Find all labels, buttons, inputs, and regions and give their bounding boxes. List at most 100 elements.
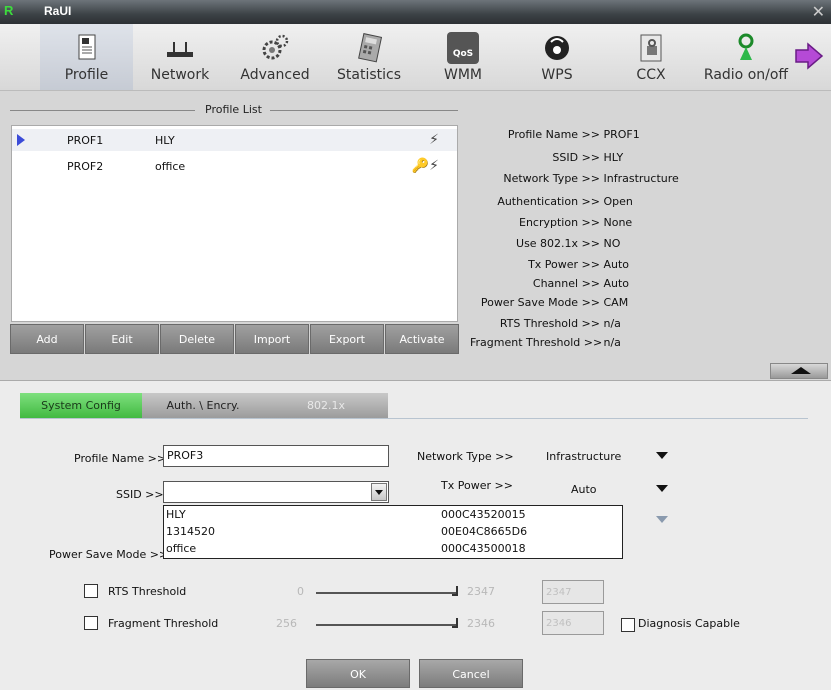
toolbar-label-ccx: CCX [636, 67, 666, 83]
ssid-combobox[interactable] [163, 481, 389, 503]
cancel-button[interactable]: Cancel [419, 659, 523, 688]
ssid-dropdown-list[interactable]: HLY 000C43520015 1314520 00E04C8665D6 of… [163, 505, 623, 559]
title-rule-right [270, 110, 458, 111]
detail-value: HLY [603, 151, 624, 164]
profile-row[interactable]: PROF1 HLY ⚡ [12, 129, 457, 151]
channel-chevron-icon[interactable] [656, 516, 668, 523]
fragment-slider-handle[interactable] [452, 618, 458, 628]
diagnosis-checkbox[interactable] [621, 618, 635, 632]
toolbar-label-advanced: Advanced [240, 67, 310, 83]
toolbar-label-radio: Radio on/off [703, 67, 789, 83]
detail-key: Encryption >> [519, 216, 600, 229]
detail-value: Open [603, 195, 633, 208]
power-save-label: Power Save Mode >> [49, 548, 169, 561]
tab-auth-encry[interactable]: Auth. \ Encry. [142, 393, 264, 419]
detail-value: Auto [603, 277, 630, 290]
toolbar-profile[interactable]: Profile [40, 24, 133, 90]
toolbar-label-wmm: WMM [443, 67, 482, 83]
network-type-chevron-icon[interactable] [656, 452, 668, 459]
fragment-slider[interactable] [316, 624, 456, 626]
rts-slider[interactable] [316, 592, 456, 594]
edit-button[interactable]: Edit [85, 324, 159, 354]
import-button[interactable]: Import [235, 324, 309, 354]
title-rule-left [10, 110, 195, 111]
forward-arrow-icon[interactable] [794, 42, 824, 70]
detail-power-save: Power Save Mode >> CAM [470, 296, 628, 309]
detail-value: Infrastructure [603, 172, 679, 185]
network-type-value[interactable]: Infrastructure [546, 450, 621, 463]
detail-use-8021x: Use 802.1x >> NO [470, 237, 620, 250]
window-title: RaUI [44, 4, 72, 18]
detail-key: Use 802.1x >> [516, 237, 600, 250]
profile-list[interactable]: PROF1 HLY ⚡ PROF2 office 🔑⚡ [11, 125, 458, 322]
ssid-option[interactable]: HLY 000C43520015 [166, 507, 620, 524]
ssid-option-mac: 00E04C8665D6 [441, 525, 528, 538]
detail-profile-name: Profile Name >> PROF1 [470, 128, 640, 141]
fragment-value-box[interactable]: 2346 [542, 611, 604, 635]
toolbar-label-network: Network [150, 67, 210, 83]
wps-icon [545, 36, 569, 60]
tab-underline [20, 418, 808, 419]
profile-row[interactable]: PROF2 office 🔑⚡ [12, 155, 457, 177]
export-button[interactable]: Export [310, 324, 384, 354]
profile-icon [78, 34, 95, 60]
activate-button[interactable]: Activate [385, 324, 459, 354]
tab-system-config[interactable]: System Config [20, 393, 142, 419]
toolbar-radio[interactable]: Radio on/off [696, 24, 796, 90]
toolbar-wps[interactable]: WPS [522, 24, 592, 90]
ssid-option-mac: 000C43500018 [441, 542, 526, 555]
statistics-icon [358, 33, 383, 63]
rts-label: RTS Threshold [108, 585, 187, 598]
profile-row-ssid: HLY [155, 134, 175, 147]
tx-power-value[interactable]: Auto [571, 483, 597, 496]
collapse-up-icon [791, 367, 811, 374]
network-type-label: Network Type >> [417, 450, 514, 463]
rts-slider-handle[interactable] [452, 586, 458, 596]
toolbar-advanced[interactable]: Advanced [232, 24, 318, 90]
detail-tx-power: Tx Power >> Auto [470, 258, 629, 271]
tx-power-chevron-icon[interactable] [656, 485, 668, 492]
ssid-option[interactable]: 1314520 00E04C8665D6 [166, 524, 620, 541]
toolbar-ccx[interactable]: CCX [616, 24, 686, 90]
detail-key: Profile Name >> [507, 128, 600, 141]
profile-name-input[interactable]: PROF3 [163, 445, 389, 467]
toolbar-label-statistics: Statistics [337, 67, 401, 83]
detail-ssid: SSID >> HLY [470, 151, 623, 164]
toolbar-label-profile: Profile [64, 67, 109, 83]
ssid-dropdown-button[interactable] [371, 483, 387, 501]
fragment-checkbox[interactable] [84, 616, 98, 630]
advanced-icon [262, 34, 289, 60]
wmm-icon: QoS [447, 32, 479, 64]
detail-key: Tx Power >> [528, 258, 600, 271]
rts-checkbox[interactable] [84, 584, 98, 598]
connection-status-icon: ⚡ [429, 132, 439, 148]
detail-value: NO [603, 237, 621, 250]
detail-value: Auto [603, 258, 630, 271]
wmm-qos-text: QoS [452, 49, 474, 59]
ok-button[interactable]: OK [306, 659, 410, 688]
profile-row-name: PROF2 [67, 160, 104, 173]
detail-value: n/a [603, 336, 621, 349]
toolbar-wmm[interactable]: QoS WMM [428, 24, 498, 90]
detail-network-type: Network Type >> Infrastructure [470, 172, 679, 185]
collapse-button[interactable] [770, 363, 828, 379]
profile-list-title: Profile List [10, 103, 458, 117]
toolbar-statistics[interactable]: Statistics [328, 24, 410, 90]
ssid-label: SSID >> [116, 488, 164, 501]
detail-key: Power Save Mode >> [480, 296, 600, 309]
close-icon[interactable]: ✕ [812, 2, 825, 21]
tab-8021x[interactable]: 802.1x [264, 393, 388, 419]
delete-button[interactable]: Delete [160, 324, 234, 354]
add-button[interactable]: Add [10, 324, 84, 354]
ssid-option-name: HLY [166, 508, 186, 521]
radio-icon [738, 33, 754, 60]
rts-value-box[interactable]: 2347 [542, 580, 604, 604]
tx-power-label: Tx Power >> [441, 479, 513, 492]
detail-key: Channel >> [532, 277, 600, 290]
detail-fragment: Fragment Threshold >> n/a [470, 336, 621, 349]
toolbar-network[interactable]: Network [140, 24, 220, 90]
ssid-option[interactable]: office 000C43500018 [166, 541, 620, 558]
main-toolbar: Profile Network Advanced Statistics QoS … [0, 24, 831, 91]
ccx-icon [640, 34, 662, 62]
rts-min: 0 [297, 585, 304, 598]
